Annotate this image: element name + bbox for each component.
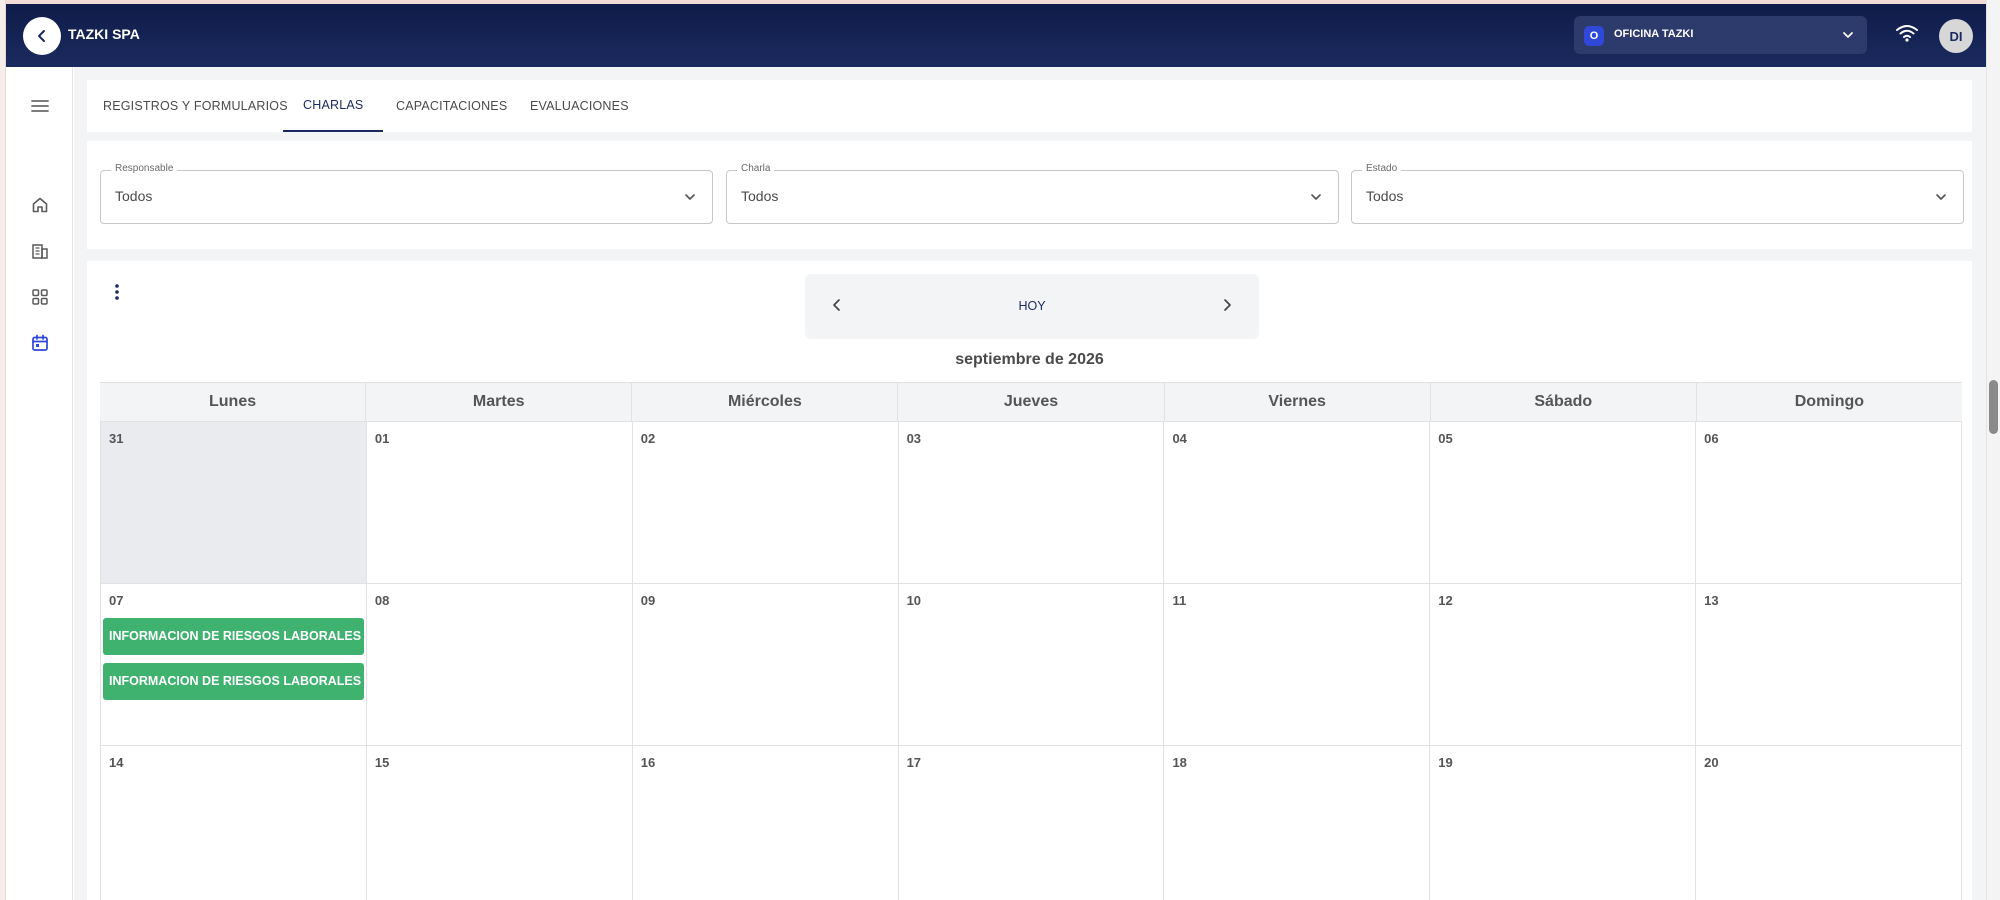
weekday-label: Martes (366, 383, 633, 421)
app-header: TAZKI SPA O OFICINA TAZKI DI (6, 4, 1986, 67)
calendar-panel: HOY septiembre de 2026 Lunes Martes Miér… (87, 261, 1972, 900)
calendar-day[interactable]: 16 (632, 746, 899, 900)
day-number: 19 (1438, 755, 1453, 770)
calendar-day[interactable]: 15 (366, 746, 633, 900)
calendar-navigation: HOY (805, 274, 1259, 339)
day-number: 13 (1704, 593, 1719, 608)
calendar-event[interactable]: INFORMACION DE RIESGOS LABORALES (103, 663, 364, 700)
grid-icon[interactable] (28, 285, 52, 309)
weekday-label: Domingo (1794, 393, 1865, 410)
day-number: 12 (1438, 593, 1453, 608)
office-selector[interactable]: O OFICINA TAZKI (1574, 16, 1867, 54)
calendar-day[interactable]: 01 (366, 422, 633, 583)
day-number: 18 (1172, 755, 1187, 770)
tab-charlas[interactable]: CHARLAS (283, 80, 384, 132)
weekday-label: Sábado (1431, 383, 1697, 421)
weekday-label: Lunes (100, 383, 367, 421)
day-number: 06 (1704, 431, 1719, 446)
calendar-day[interactable]: 18 (1164, 746, 1431, 900)
scrollbar-thumb[interactable] (1989, 380, 1998, 434)
day-number: 07 (109, 593, 124, 608)
calendar-icon[interactable] (28, 331, 52, 355)
chevron-down-icon (1843, 32, 1853, 38)
calendar-day[interactable]: 05 (1430, 422, 1697, 583)
chevron-down-icon (1311, 194, 1321, 200)
day-number: 02 (640, 431, 656, 446)
filter-value: Todos (741, 188, 779, 204)
calendar-day[interactable]: 08 (366, 584, 633, 745)
user-avatar[interactable]: DI (1939, 19, 1973, 53)
day-number: 16 (640, 755, 656, 770)
wifi-icon (1896, 25, 1918, 42)
calendar-day[interactable]: 17 (898, 746, 1165, 900)
filter-value: Todos (1366, 188, 1404, 204)
weekday-label: Miércoles (632, 383, 899, 421)
company-name: TAZKI SPA (68, 26, 140, 42)
today-button[interactable]: HOY (805, 299, 1259, 313)
day-number: 03 (906, 431, 922, 446)
day-number: 05 (1438, 431, 1453, 446)
day-number: 14 (109, 755, 124, 770)
calendar-day[interactable]: 11 (1164, 584, 1431, 745)
tabs-bar: REGISTROS Y FORMULARIOS CHARLAS CAPACITA… (87, 80, 1972, 132)
tab-registros-y-formularios[interactable]: REGISTROS Y FORMULARIOS (103, 80, 288, 132)
filter-label: Charla (737, 163, 775, 174)
calendar-week: 07 INFORMACION DE RIESGOS LABORALES INFO… (100, 584, 1963, 746)
tab-capacitaciones[interactable]: CAPACITACIONES (396, 80, 507, 132)
filters-panel: Responsable Todos Charla Todos Estado To… (87, 141, 1972, 249)
weekday-label: Viernes (1165, 383, 1431, 421)
calendar-event[interactable]: INFORMACION DE RIESGOS LABORALES (103, 618, 364, 655)
calendar-day[interactable]: 19 (1430, 746, 1697, 900)
menu-icon[interactable] (28, 94, 52, 118)
day-number: 31 (109, 431, 124, 446)
day-number: 01 (374, 431, 390, 446)
day-number: 09 (640, 593, 656, 608)
calendar-week: 31 01 02 03 04 05 06 (100, 422, 1963, 584)
chevron-right-icon[interactable] (1219, 296, 1235, 314)
filter-label: Responsable (111, 163, 178, 174)
calendar-day[interactable]: 04 (1164, 422, 1431, 583)
filter-responsable[interactable]: Responsable Todos (100, 163, 713, 224)
day-number: 11 (1172, 593, 1187, 608)
calendar-day[interactable]: 07 INFORMACION DE RIESGOS LABORALES INFO… (100, 584, 367, 745)
weekday-header: Lunes Martes Miércoles Jueves Viernes Sá… (100, 382, 1962, 422)
calendar-day[interactable]: 13 (1696, 584, 1963, 745)
calendar-week: 14 15 16 17 18 19 20 (100, 746, 1963, 900)
filter-label: Estado (1362, 163, 1402, 174)
filter-value: Todos (115, 188, 153, 204)
calendar-grid: Lunes Martes Miércoles Jueves Viernes Sá… (100, 382, 1963, 900)
office-label: OFICINA TAZKI (1614, 28, 1694, 40)
chevron-left-icon (38, 30, 45, 42)
day-number: 10 (906, 593, 922, 608)
calendar-day[interactable]: 09 (632, 584, 899, 745)
day-number: 15 (374, 755, 390, 770)
office-badge: O (1584, 26, 1604, 46)
main-content: REGISTROS Y FORMULARIOS CHARLAS CAPACITA… (74, 67, 1986, 900)
tab-evaluaciones[interactable]: EVALUACIONES (530, 80, 629, 132)
more-options-icon[interactable] (110, 281, 124, 303)
chevron-down-icon (685, 194, 695, 200)
day-number: 04 (1172, 431, 1187, 446)
building-icon[interactable] (28, 239, 52, 263)
calendar-day[interactable]: 02 (632, 422, 899, 583)
back-button[interactable] (23, 17, 61, 55)
home-icon[interactable] (28, 193, 52, 217)
weekday-label: Jueves (898, 383, 1165, 421)
calendar-day[interactable]: 31 (100, 422, 367, 583)
chevron-down-icon (1936, 194, 1946, 200)
filter-charla[interactable]: Charla Todos (726, 163, 1339, 224)
page-scrollbar[interactable] (1986, 0, 2000, 900)
calendar-day[interactable]: 06 (1696, 422, 1963, 583)
day-number: 17 (906, 755, 922, 770)
sidebar (6, 67, 73, 900)
filter-estado[interactable]: Estado Todos (1351, 163, 1964, 224)
calendar-day[interactable]: 20 (1696, 746, 1963, 900)
calendar-day[interactable]: 10 (898, 584, 1165, 745)
month-title: septiembre de 2026 (955, 351, 1104, 368)
calendar-day[interactable]: 12 (1430, 584, 1697, 745)
calendar-day[interactable]: 03 (898, 422, 1165, 583)
day-number: 08 (374, 593, 390, 608)
day-number: 20 (1704, 755, 1719, 770)
calendar-day[interactable]: 14 (100, 746, 367, 900)
